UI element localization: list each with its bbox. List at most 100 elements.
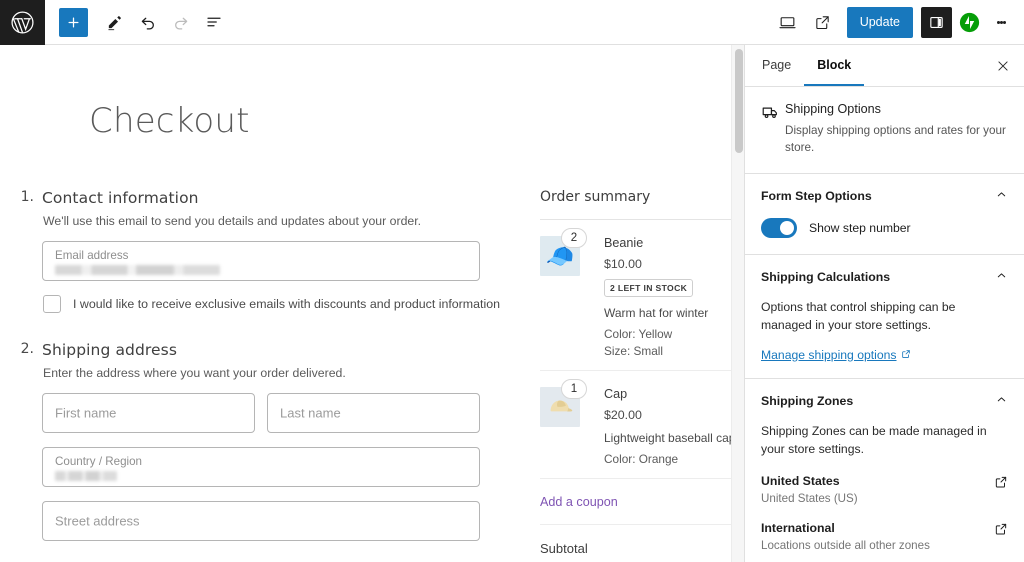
block-inserter-button[interactable] <box>59 8 88 37</box>
first-name-field[interactable]: First name <box>42 393 255 433</box>
email-field-redacted-value <box>55 265 220 275</box>
checkout-step-shipping-address: 2. Shipping address Enter the address wh… <box>20 341 520 555</box>
settings-sidebar-icon[interactable] <box>921 7 952 38</box>
wordpress-logo-icon[interactable] <box>0 0 45 45</box>
step-description: We'll use this email to send you details… <box>43 214 520 228</box>
panel-header[interactable]: Shipping Calculations <box>761 269 1008 285</box>
shipping-zone-name: International <box>761 521 930 535</box>
jetpack-icon[interactable] <box>954 7 984 37</box>
panel-form-step-options: Form Step Options Show step number <box>745 174 1024 255</box>
order-summary-column: Order summary 🧢 2 <box>540 189 744 562</box>
canvas-scrollbar[interactable] <box>731 45 744 562</box>
shipping-zone-name: United States <box>761 474 858 488</box>
toolbar-right-group: Update <box>771 6 1024 39</box>
settings-sidebar: Page Block Shipping Options Display ship… <box>744 45 1024 562</box>
add-coupon-link[interactable]: Add a coupon <box>540 495 618 509</box>
step-number: 2. <box>20 341 42 555</box>
shipping-zone-sub: Locations outside all other zones <box>761 539 930 552</box>
country-region-field[interactable]: Country / Region <box>42 447 480 487</box>
cart-item-stock-badge: 2 LEFT IN STOCK <box>604 279 693 297</box>
step-title: Shipping address <box>42 341 520 359</box>
cart-item-quantity-badge: 1 <box>561 379 587 399</box>
shipping-zone-united-states[interactable]: United States United States (US) <box>761 474 1008 505</box>
tools-pencil-icon[interactable] <box>98 6 131 39</box>
subtotal-label: Subtotal <box>540 541 588 556</box>
panel-title: Form Step Options <box>761 189 872 203</box>
block-card: Shipping Options Display shipping option… <box>745 87 1024 174</box>
cart-item-attribute: Color: Yellow <box>604 327 744 341</box>
block-title: Shipping Options <box>785 102 1008 116</box>
name-fields-row: First name Last name <box>42 393 520 447</box>
editor-app: Update Checkout <box>0 0 1024 562</box>
order-summary-title: Order summary <box>540 189 650 205</box>
cart-item-description: Warm hat for winter <box>604 306 744 320</box>
cart-item-name: Beanie <box>604 236 643 250</box>
canvas-scrollbar-thumb[interactable] <box>735 49 743 153</box>
order-summary-header[interactable]: Order summary <box>540 189 744 220</box>
list-view-icon[interactable] <box>197 6 230 39</box>
marketing-opt-in-label: I would like to receive exclusive emails… <box>73 297 500 311</box>
step-title: Contact information <box>42 189 520 207</box>
cart-item-unit-price: $10.00 <box>604 257 744 271</box>
step-description: Enter the address where you want your or… <box>43 366 520 380</box>
tab-page[interactable]: Page <box>749 45 804 86</box>
country-region-label: Country / Region <box>55 455 142 468</box>
block-description: Display shipping options and rates for y… <box>785 123 1008 157</box>
chevron-up-icon[interactable] <box>995 269 1008 285</box>
cart-item: 1 Cap $20.00 $20.00 Lightweight baseball… <box>540 371 744 479</box>
editor-canvas-wrapper: Checkout 1. Contact information We'll us… <box>0 45 744 562</box>
show-step-number-label: Show step number <box>809 221 911 235</box>
undo-icon[interactable] <box>131 6 164 39</box>
update-button[interactable]: Update <box>847 7 913 38</box>
subtotal-row: Subtotal $40.00 <box>540 525 744 562</box>
last-name-placeholder: Last name <box>280 406 341 421</box>
step-number: 1. <box>20 189 42 319</box>
last-name-field[interactable]: Last name <box>267 393 480 433</box>
checkout-columns: 1. Contact information We'll use this em… <box>0 189 744 562</box>
close-icon[interactable] <box>986 49 1020 83</box>
sidebar-tabs: Page Block <box>745 45 1024 87</box>
editor-toolbar: Update <box>0 0 1024 45</box>
cart-item-thumbnail-wrap: 1 <box>540 387 584 466</box>
editor-canvas[interactable]: Checkout 1. Contact information We'll us… <box>0 45 744 562</box>
panel-header[interactable]: Shipping Zones <box>761 393 1008 409</box>
external-link-icon[interactable] <box>994 475 1008 492</box>
marketing-opt-in-row[interactable]: I would like to receive exclusive emails… <box>43 295 520 313</box>
editor-body: Checkout 1. Contact information We'll us… <box>0 45 1024 562</box>
street-address-field[interactable]: Street address <box>42 501 480 541</box>
external-link-icon[interactable] <box>994 522 1008 539</box>
cart-item-unit-price: $20.00 <box>604 408 744 422</box>
shipping-zones-text: Shipping Zones can be made managed in yo… <box>761 422 1008 459</box>
more-options-icon[interactable] <box>986 7 1016 37</box>
toolbar-left-group <box>45 6 230 39</box>
checkout-form-column: 1. Contact information We'll use this em… <box>20 189 520 562</box>
page-title: Checkout <box>89 101 744 141</box>
cart-item-quantity-badge: 2 <box>561 228 587 248</box>
view-site-external-icon[interactable] <box>806 6 839 39</box>
tab-block[interactable]: Block <box>804 45 864 86</box>
redo-icon[interactable] <box>164 6 197 39</box>
marketing-opt-in-checkbox[interactable] <box>43 295 61 313</box>
external-link-icon <box>901 348 911 362</box>
coupon-row: Add a coupon <box>540 479 744 525</box>
manage-shipping-options-link[interactable]: Manage shipping options <box>761 348 911 362</box>
cart-item-attribute: Size: Small <box>604 344 744 358</box>
email-field[interactable]: Email address <box>42 241 480 281</box>
chevron-up-icon[interactable] <box>995 188 1008 204</box>
country-region-redacted-value <box>55 471 117 481</box>
panel-title: Shipping Calculations <box>761 270 890 284</box>
desktop-preview-icon[interactable] <box>771 6 804 39</box>
show-step-number-toggle[interactable] <box>761 218 797 238</box>
panel-header[interactable]: Form Step Options <box>761 188 1008 204</box>
manage-shipping-options-label: Manage shipping options <box>761 348 897 362</box>
shipping-zone-sub: United States (US) <box>761 492 858 505</box>
street-address-placeholder: Street address <box>55 514 140 529</box>
shipping-zone-international[interactable]: International Locations outside all othe… <box>761 521 1008 552</box>
chevron-up-icon[interactable] <box>995 393 1008 409</box>
cart-item-name: Cap <box>604 387 627 401</box>
panel-shipping-zones: Shipping Zones Shipping Zones can be mad… <box>745 379 1024 562</box>
shipping-truck-icon <box>761 102 785 157</box>
checkout-step-contact-information: 1. Contact information We'll use this em… <box>20 189 520 319</box>
show-step-number-row: Show step number <box>761 218 1008 238</box>
email-field-label: Email address <box>55 249 128 262</box>
